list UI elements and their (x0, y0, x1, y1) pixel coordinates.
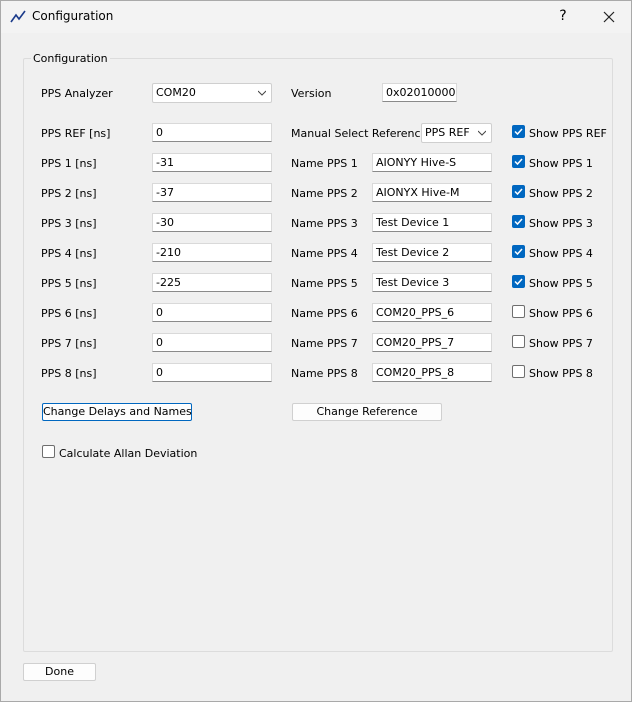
checkmark-icon (514, 188, 523, 196)
checkmark-icon (514, 128, 523, 136)
checkmark-icon (514, 248, 523, 256)
pps-4-delay-input[interactable]: -210 (152, 243, 272, 262)
show-pps-2-label: Show PPS 2 (529, 187, 593, 200)
pps-1-delay-input[interactable]: -31 (152, 153, 272, 172)
show-pps-8-label: Show PPS 8 (529, 367, 593, 380)
close-button[interactable] (595, 1, 623, 33)
name-pps-4-input[interactable]: Test Device 2 (372, 243, 492, 262)
change-reference-button[interactable]: Change Reference (292, 403, 442, 421)
show-pps-6-label: Show PPS 6 (529, 307, 593, 320)
checkmark-icon (514, 218, 523, 226)
group-title: Configuration (31, 52, 110, 65)
pps-1-label: PPS 1 [ns] (41, 157, 97, 170)
allan-deviation-label: Calculate Allan Deviation (59, 447, 198, 460)
pps-8-delay-input[interactable]: 0 (152, 363, 272, 382)
pps-3-label: PPS 3 [ns] (41, 217, 97, 230)
name-pps-1-label: Name PPS 1 (291, 157, 358, 170)
name-pps-7-input[interactable]: COM20_PPS_7 (372, 333, 492, 352)
show-pps-5-checkbox[interactable] (512, 275, 525, 288)
pps-analyzer-label: PPS Analyzer (41, 87, 113, 100)
reference-select[interactable]: PPS REF (421, 123, 492, 143)
version-field[interactable]: 0x02010000 (382, 83, 457, 102)
done-button[interactable]: Done (23, 663, 96, 681)
pps-ref-delay-input[interactable]: 0 (152, 123, 272, 142)
reference-value: PPS REF (425, 126, 470, 139)
name-pps-8-label: Name PPS 8 (291, 367, 358, 380)
checkmark-icon (514, 278, 523, 286)
pps-3-delay-input[interactable]: -30 (152, 213, 272, 232)
name-pps-4-label: Name PPS 4 (291, 247, 358, 260)
show-pps-5-label: Show PPS 5 (529, 277, 593, 290)
name-pps-5-input[interactable]: Test Device 3 (372, 273, 492, 292)
pps-2-label: PPS 2 [ns] (41, 187, 97, 200)
configuration-group (23, 58, 613, 652)
show-pps-ref-label: Show PPS REF (529, 127, 607, 140)
pps-6-label: PPS 6 [ns] (41, 307, 97, 320)
show-pps-1-label: Show PPS 1 (529, 157, 593, 170)
show-pps-8-checkbox[interactable] (512, 365, 525, 378)
name-pps-3-label: Name PPS 3 (291, 217, 358, 230)
name-pps-1-input[interactable]: AIONYY Hive-S (372, 153, 492, 172)
pps-7-label: PPS 7 [ns] (41, 337, 97, 350)
pps-5-delay-input[interactable]: -225 (152, 273, 272, 292)
name-pps-7-label: Name PPS 7 (291, 337, 358, 350)
show-pps-6-checkbox[interactable] (512, 305, 525, 318)
help-button[interactable]: ? (549, 1, 577, 33)
show-pps-1-checkbox[interactable] (512, 155, 525, 168)
pps-analyzer-value: COM20 (156, 86, 196, 99)
chevron-down-icon (258, 90, 266, 96)
show-pps-3-label: Show PPS 3 (529, 217, 593, 230)
name-pps-6-label: Name PPS 6 (291, 307, 358, 320)
show-pps-7-checkbox[interactable] (512, 335, 525, 348)
manual-reference-label: Manual Select Reference (291, 127, 428, 140)
configuration-window: Configuration ? Configuration PPS Analyz… (0, 0, 632, 702)
name-pps-2-input[interactable]: AIONYX Hive-M (372, 183, 492, 202)
name-pps-6-input[interactable]: COM20_PPS_6 (372, 303, 492, 322)
version-label: Version (291, 87, 332, 100)
pps-7-delay-input[interactable]: 0 (152, 333, 272, 352)
show-pps-7-label: Show PPS 7 (529, 337, 593, 350)
name-pps-3-input[interactable]: Test Device 1 (372, 213, 492, 232)
change-delays-button[interactable]: Change Delays and Names (42, 403, 192, 421)
show-pps-2-checkbox[interactable] (512, 185, 525, 198)
name-pps-5-label: Name PPS 5 (291, 277, 358, 290)
show-pps-4-label: Show PPS 4 (529, 247, 593, 260)
pps-2-delay-input[interactable]: -37 (152, 183, 272, 202)
show-pps-4-checkbox[interactable] (512, 245, 525, 258)
pps-ref-label: PPS REF [ns] (41, 127, 111, 140)
name-pps-2-label: Name PPS 2 (291, 187, 358, 200)
show-pps-ref-checkbox[interactable] (512, 125, 525, 138)
app-icon (10, 10, 26, 23)
close-icon (603, 11, 615, 23)
chevron-down-icon (478, 130, 486, 136)
pps-analyzer-select[interactable]: COM20 (152, 83, 272, 103)
name-pps-8-input[interactable]: COM20_PPS_8 (372, 363, 492, 382)
pps-5-label: PPS 5 [ns] (41, 277, 97, 290)
show-pps-3-checkbox[interactable] (512, 215, 525, 228)
pps-4-label: PPS 4 [ns] (41, 247, 97, 260)
pps-6-delay-input[interactable]: 0 (152, 303, 272, 322)
checkmark-icon (514, 158, 523, 166)
allan-deviation-checkbox[interactable] (42, 445, 55, 458)
title-bar[interactable]: Configuration ? (1, 1, 631, 33)
pps-8-label: PPS 8 [ns] (41, 367, 97, 380)
window-title: Configuration (32, 9, 114, 23)
